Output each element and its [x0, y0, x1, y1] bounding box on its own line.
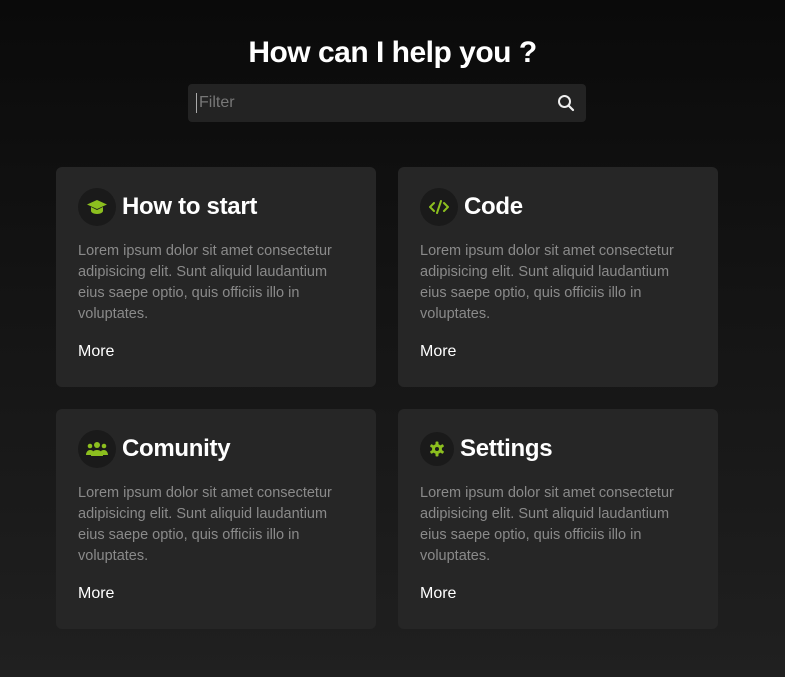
card-description: Lorem ipsum dolor sit amet consectetur a… — [420, 243, 674, 322]
graduation-cap-icon — [78, 188, 116, 226]
card-title: How to start — [122, 193, 258, 220]
card-title: Settings — [460, 435, 553, 462]
search-icon[interactable] — [546, 94, 586, 112]
card-title: Comunity — [122, 435, 231, 462]
card-description: Lorem ipsum dolor sit amet consectetur a… — [420, 485, 674, 564]
card-settings: Settings Lorem ipsum dolor sit amet cons… — [398, 409, 718, 629]
gear-icon — [420, 432, 454, 466]
search-bar — [188, 84, 586, 122]
more-link[interactable]: More — [420, 343, 456, 361]
more-link[interactable]: More — [78, 343, 114, 361]
card-code: Code Lorem ipsum dolor sit amet consecte… — [398, 167, 718, 387]
filter-input[interactable] — [196, 93, 546, 113]
card-comunity: Comunity Lorem ipsum dolor sit amet cons… — [56, 409, 376, 629]
more-link[interactable]: More — [78, 585, 114, 603]
more-link[interactable]: More — [420, 585, 456, 603]
code-icon — [420, 188, 458, 226]
card-title: Code — [464, 193, 523, 220]
card-how-to-start: How to start Lorem ipsum dolor sit amet … — [56, 167, 376, 387]
card-description: Lorem ipsum dolor sit amet consectetur a… — [78, 243, 332, 322]
card-description: Lorem ipsum dolor sit amet consectetur a… — [78, 485, 332, 564]
page-title: How can I help you ? — [248, 36, 537, 69]
users-icon — [78, 430, 116, 468]
